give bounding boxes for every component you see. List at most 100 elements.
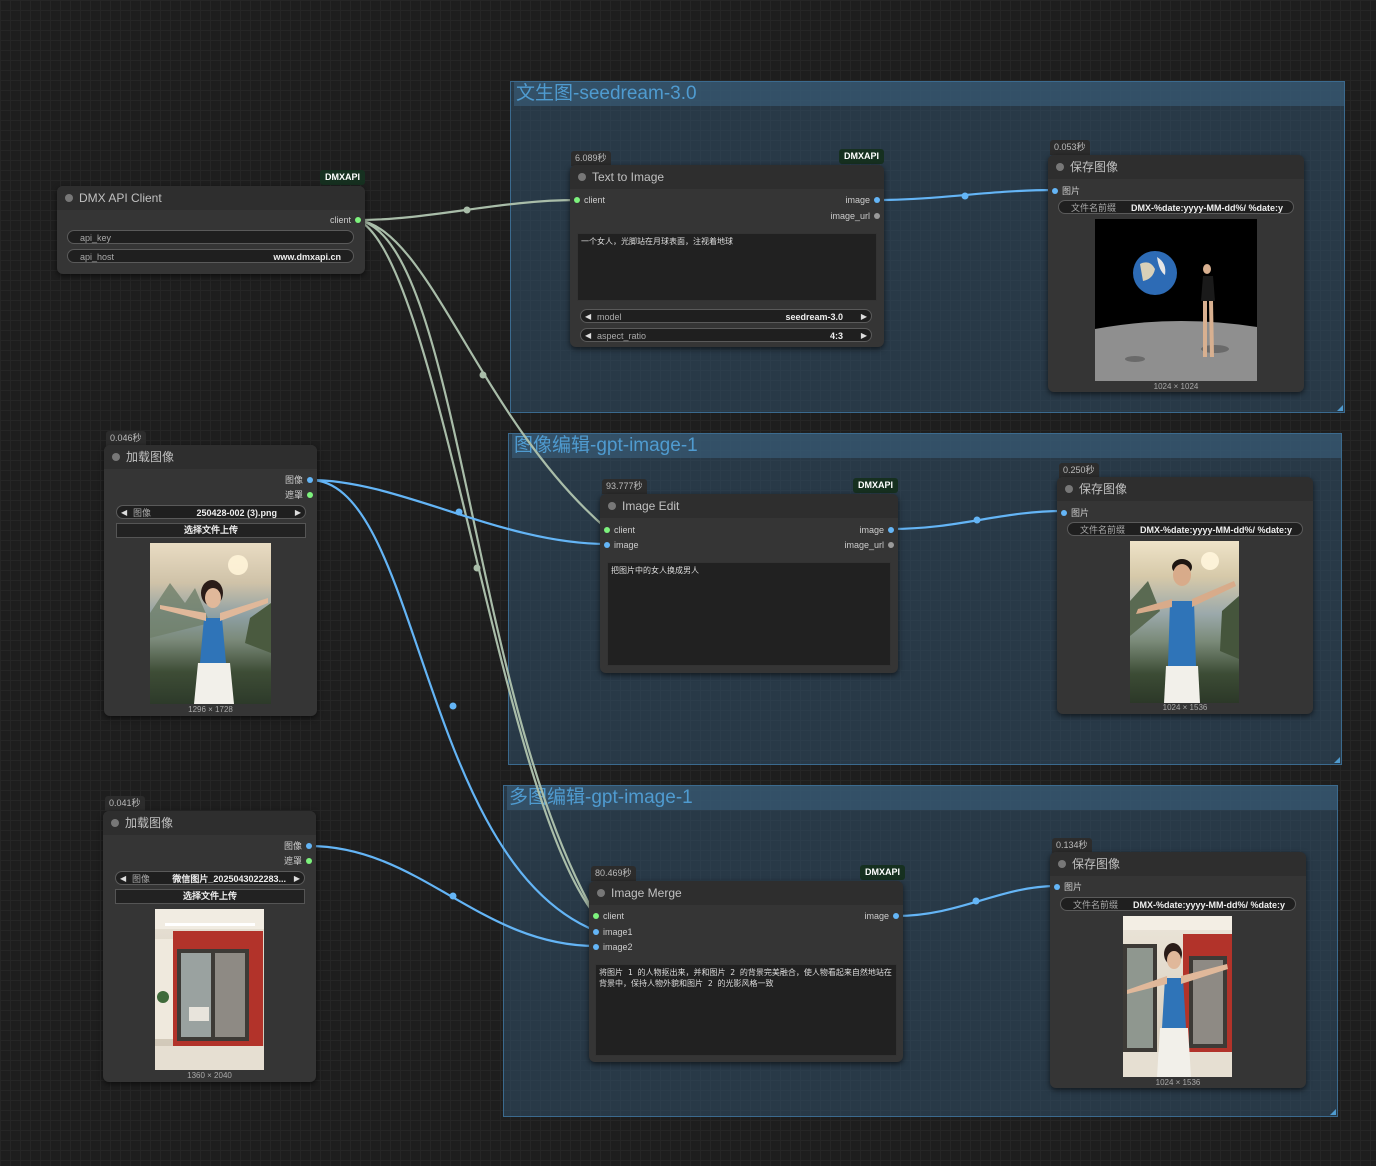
collapse-dot-icon[interactable]	[608, 502, 616, 510]
output-client[interactable]: client	[330, 214, 361, 226]
socket-dot-icon[interactable]	[593, 913, 599, 919]
output-mask[interactable]: 遮罩	[285, 489, 313, 501]
node-header[interactable]: 加载图像	[104, 445, 317, 469]
upload-button[interactable]: 选择文件上传	[116, 523, 306, 538]
arrow-right-icon[interactable]: ▶	[294, 872, 300, 886]
socket-dot-icon[interactable]	[355, 217, 361, 223]
input-image1[interactable]: image1	[593, 926, 633, 938]
socket-dot-icon[interactable]	[1054, 884, 1060, 890]
resize-handle[interactable]	[1334, 757, 1340, 763]
socket-dot-icon[interactable]	[893, 913, 899, 919]
node-header[interactable]: Image Edit	[600, 494, 898, 518]
arrow-left-icon[interactable]: ◀	[120, 872, 126, 886]
socket-dot-icon[interactable]	[306, 858, 312, 864]
arrow-right-icon[interactable]: ▶	[295, 506, 301, 520]
socket-dot-icon[interactable]	[874, 213, 880, 219]
socket-dot-icon[interactable]	[306, 843, 312, 849]
socket-dot-icon[interactable]	[593, 929, 599, 935]
node-header[interactable]: 保存图像	[1048, 155, 1304, 179]
input-image[interactable]: 图片	[1054, 881, 1082, 893]
arrow-right-icon[interactable]: ▶	[861, 310, 867, 324]
resize-handle[interactable]	[1337, 405, 1343, 411]
collapse-dot-icon[interactable]	[111, 819, 119, 827]
output-image-url[interactable]: image_url	[844, 539, 894, 551]
socket-dot-icon[interactable]	[593, 944, 599, 950]
link-midpoint	[449, 702, 457, 710]
collapse-dot-icon[interactable]	[1056, 163, 1064, 171]
socket-dot-icon[interactable]	[604, 542, 610, 548]
input-image[interactable]: image	[604, 539, 639, 551]
arrow-right-icon[interactable]: ▶	[861, 329, 867, 343]
node-header[interactable]: 保存图像	[1050, 852, 1306, 876]
api-host-field[interactable]: api_host www.dmxapi.cn	[67, 249, 354, 263]
arrow-left-icon[interactable]: ◀	[121, 506, 127, 520]
collapse-dot-icon[interactable]	[112, 453, 120, 461]
image-dimensions: 1024 × 1536	[1155, 1078, 1201, 1087]
node-image-edit[interactable]: Image Edit client image image image_url …	[600, 494, 898, 673]
collapse-dot-icon[interactable]	[597, 889, 605, 897]
resize-handle[interactable]	[1330, 1109, 1336, 1115]
socket-dot-icon[interactable]	[604, 527, 610, 533]
output-mask[interactable]: 遮罩	[284, 855, 312, 867]
aspect-ratio-combo[interactable]: ◀ aspect_ratio 4:3 ▶	[580, 328, 872, 342]
socket-dot-icon[interactable]	[1061, 510, 1067, 516]
input-image2[interactable]: image2	[593, 941, 633, 953]
output-image[interactable]: 图像	[285, 474, 313, 486]
output-image[interactable]: image	[864, 910, 899, 922]
node-load-image-1[interactable]: 加载图像 图像 遮罩 ◀ 图像 250428-002 (3).png ▶ 选择文件上传…	[104, 445, 317, 716]
link-midpoint	[455, 508, 463, 516]
widget-value: www.dmxapi.cn	[273, 252, 341, 262]
socket-label: image	[864, 911, 889, 921]
output-image[interactable]: image	[845, 194, 880, 206]
prompt-textarea[interactable]: 一个女人，光脚站在月球表面，注视着地球	[577, 233, 877, 301]
exec-time: 93.777秒	[602, 479, 647, 494]
node-header[interactable]: 加载图像	[103, 811, 316, 835]
collapse-dot-icon[interactable]	[578, 173, 586, 181]
output-image-url[interactable]: image_url	[830, 210, 880, 222]
upload-button[interactable]: 选择文件上传	[115, 889, 305, 904]
socket-dot-icon[interactable]	[874, 197, 880, 203]
collapse-dot-icon[interactable]	[65, 194, 73, 202]
arrow-left-icon[interactable]: ◀	[585, 310, 591, 324]
node-save-image-2[interactable]: 保存图像 图片 文件名前缀 DMX-%date:yyyy-MM-dd%/ %dat…	[1057, 477, 1313, 714]
node-header[interactable]: Image Merge	[589, 881, 903, 905]
prompt-textarea[interactable]: 将图片 1 的人物抠出来，并和图片 2 的背景完美融合，使人物看起来自然地站在背…	[595, 964, 897, 1056]
node-title: Image Edit	[622, 499, 680, 513]
output-image[interactable]: image	[859, 524, 894, 536]
socket-dot-icon[interactable]	[1052, 188, 1058, 194]
node-save-image-3[interactable]: 保存图像 图片 文件名前缀 DMX-%date:yyyy-MM-dd%/ %dat…	[1050, 852, 1306, 1088]
image-file-combo[interactable]: ◀ 图像 微信图片_2025043022283... ▶	[115, 871, 305, 885]
prompt-textarea[interactable]: 把图片中的女人换成男人	[607, 562, 891, 666]
image-file-combo[interactable]: ◀ 图像 250428-002 (3).png ▶	[116, 505, 306, 519]
output-image	[1095, 219, 1257, 381]
api-key-field[interactable]: api_key	[67, 230, 354, 244]
input-client[interactable]: client	[593, 910, 624, 922]
input-client[interactable]: client	[574, 194, 605, 206]
image-dimensions: 1024 × 1024	[1153, 382, 1199, 391]
node-text-to-image[interactable]: Text to Image client image image_url 一个女…	[570, 165, 884, 347]
collapse-dot-icon[interactable]	[1065, 485, 1073, 493]
node-header[interactable]: DMX API Client	[57, 186, 365, 210]
filename-prefix-field[interactable]: 文件名前缀 DMX-%date:yyyy-MM-dd%/ %date:y	[1058, 200, 1294, 214]
output-image[interactable]: 图像	[284, 840, 312, 852]
socket-dot-icon[interactable]	[888, 527, 894, 533]
socket-label: image_url	[844, 540, 884, 550]
filename-prefix-field[interactable]: 文件名前缀 DMX-%date:yyyy-MM-dd%/ %date:y	[1060, 897, 1296, 911]
node-image-merge[interactable]: Image Merge client image1 image2 image 将…	[589, 881, 903, 1062]
socket-dot-icon[interactable]	[307, 477, 313, 483]
socket-dot-icon[interactable]	[888, 542, 894, 548]
socket-dot-icon[interactable]	[574, 197, 580, 203]
arrow-left-icon[interactable]: ◀	[585, 329, 591, 343]
node-load-image-2[interactable]: 加载图像 图像 遮罩 ◀ 图像 微信图片_2025043022283... ▶ 选择文…	[103, 811, 316, 1082]
model-combo[interactable]: ◀ model seedream-3.0 ▶	[580, 309, 872, 323]
node-header[interactable]: 保存图像	[1057, 477, 1313, 501]
socket-dot-icon[interactable]	[307, 492, 313, 498]
input-image[interactable]: 图片	[1052, 185, 1080, 197]
node-header[interactable]: Text to Image	[570, 165, 884, 189]
filename-prefix-field[interactable]: 文件名前缀 DMX-%date:yyyy-MM-dd%/ %date:y	[1067, 522, 1303, 536]
input-client[interactable]: client	[604, 524, 635, 536]
input-image[interactable]: 图片	[1061, 507, 1089, 519]
node-dmx-api-client[interactable]: DMX API Client client api_key api_host ww…	[57, 186, 365, 274]
node-save-image-1[interactable]: 保存图像 图片 文件名前缀 DMX-%date:yyyy-MM-dd%/ %dat…	[1048, 155, 1304, 392]
collapse-dot-icon[interactable]	[1058, 860, 1066, 868]
